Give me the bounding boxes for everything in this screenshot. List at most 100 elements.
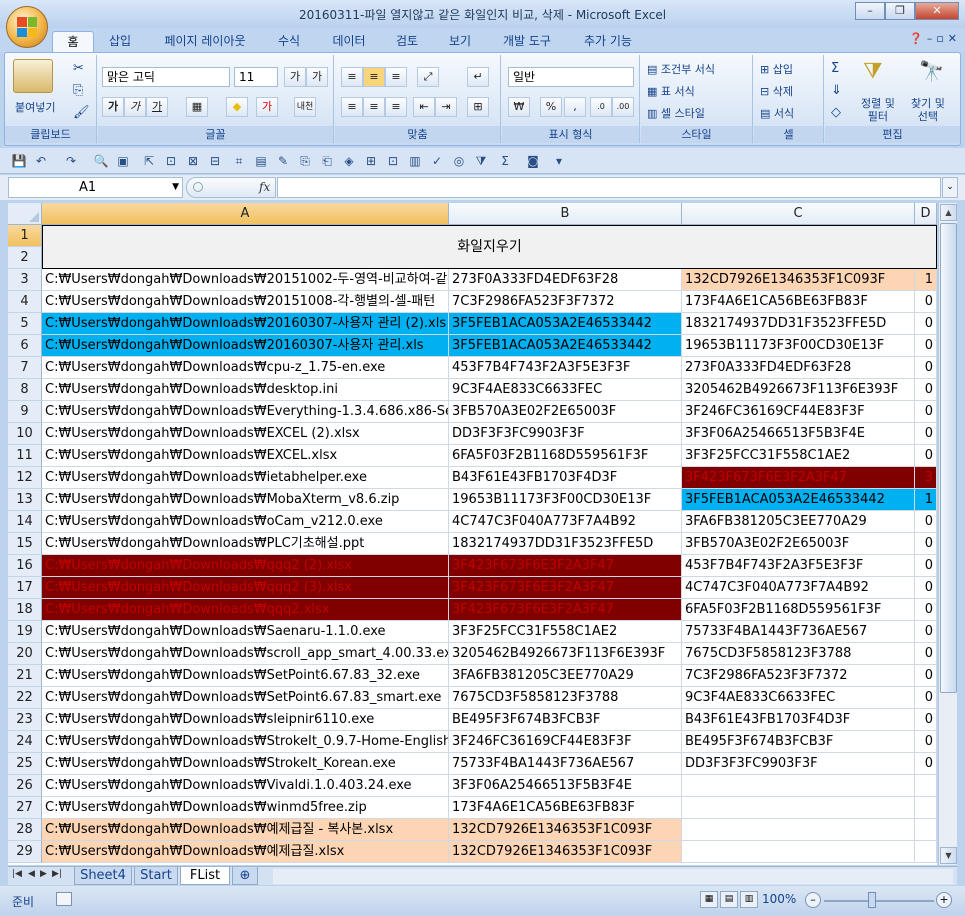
cell-a[interactable]: C:₩Users₩dongah₩Downloads₩qqq2 (2).xlsx (42, 555, 449, 577)
merge-icon[interactable]: ⊞ (467, 97, 489, 117)
header-cell-merged[interactable]: 화일지우기 (42, 225, 937, 269)
crop-icon[interactable]: ⌗ (230, 152, 248, 170)
cell-a[interactable]: C:₩Users₩dongah₩Downloads₩EXCEL (2).xlsx (42, 423, 449, 445)
cell-d[interactable] (915, 819, 937, 841)
cell-a[interactable]: C:₩Users₩dongah₩Downloads₩예제급질.xlsx (42, 841, 449, 863)
row-header[interactable]: 22 (8, 687, 42, 709)
cell-d[interactable]: 0 (915, 643, 937, 665)
cell-a[interactable]: C:₩Users₩dongah₩Downloads₩20151002-두-영역-… (42, 269, 449, 291)
cell-b[interactable]: 9C3F4AE833C6633FEC (449, 379, 682, 401)
increase-indent-icon[interactable]: ⇥ (435, 97, 457, 117)
cell-b[interactable]: 3205462B4926673F113F6E393F (449, 643, 682, 665)
cell-c[interactable]: 3FA6FB381205C3EE770A29 (682, 511, 915, 533)
restore-button[interactable]: ❐ (885, 2, 915, 20)
cell-b[interactable]: 1832174937DD31F3523FFE5D (449, 533, 682, 555)
close-button[interactable]: ✕ (915, 2, 959, 20)
shrink-font-icon[interactable]: 가 (306, 67, 328, 87)
insert-function-button[interactable]: fx (259, 180, 270, 194)
cell-c[interactable]: 273F0A333FD4EDF63F28 (682, 357, 915, 379)
zoom-slider-track[interactable] (824, 900, 934, 902)
cell-b[interactable]: 19653B11173F3F00CD30E13F (449, 489, 682, 511)
decrease-decimal-icon[interactable]: .00 (612, 97, 634, 117)
cell-a[interactable]: C:₩Users₩dongah₩Downloads₩SetPoint6.67.8… (42, 665, 449, 687)
cell-a[interactable]: C:₩Users₩dongah₩Downloads₩20151008-각-행별의… (42, 291, 449, 313)
cell-c[interactable] (682, 819, 915, 841)
cell-b[interactable]: 3F5FEB1ACA053A2E46533442 (449, 335, 682, 357)
row-header[interactable]: 11 (8, 445, 42, 467)
underline-icon[interactable]: 가 (146, 97, 168, 117)
cell-c[interactable] (682, 775, 915, 797)
cut-icon[interactable]: ✂ (73, 61, 84, 76)
screenshot-icon[interactable]: ◙ (524, 152, 542, 170)
cell-b[interactable]: 3F3F06A25466513F5B3F4E (449, 775, 682, 797)
sheet-tab-sheet4[interactable]: Sheet4 (74, 867, 132, 885)
cell-d[interactable]: 0 (915, 753, 937, 775)
vertical-scrollbar[interactable]: ▲ ▼ (938, 203, 957, 865)
format-painter-icon[interactable]: 🖌 (73, 105, 90, 120)
find-select-button[interactable]: 찾기 및 선택 (911, 97, 945, 123)
tab-home[interactable]: 홈 (52, 31, 94, 52)
cell-d[interactable]: 0 (915, 533, 937, 555)
sheet-tab-start[interactable]: Start (134, 867, 178, 885)
cell-a[interactable]: C:₩Users₩dongah₩Downloads₩ietabhelper.ex… (42, 467, 449, 489)
row-header[interactable]: 18 (8, 599, 42, 621)
cell-d[interactable]: 0 (915, 665, 937, 687)
cell-c[interactable]: 173F4A6E1CA56BE63FB83F (682, 291, 915, 313)
row-header[interactable]: 1 (8, 225, 42, 247)
cell-c[interactable]: 3205462B4926673F113F6E393F (682, 379, 915, 401)
tab-formulas[interactable]: 수식 (266, 31, 312, 52)
row-header[interactable]: 23 (8, 709, 42, 731)
cell-a[interactable]: C:₩Users₩dongah₩Downloads₩oCam_v212.0.ex… (42, 511, 449, 533)
cell-d[interactable]: 0 (915, 599, 937, 621)
cell-d[interactable]: 0 (915, 731, 937, 753)
cell-a[interactable]: C:₩Users₩dongah₩Downloads₩winmd5free.zip (42, 797, 449, 819)
sort-filter-button[interactable]: 정렬 및 필터 (861, 97, 895, 123)
form-icon[interactable]: ▤ (252, 152, 270, 170)
row-header[interactable]: 16 (8, 555, 42, 577)
normal-view-icon[interactable]: ▦ (700, 891, 718, 908)
decrease-indent-icon[interactable]: ⇤ (413, 97, 435, 117)
row-header[interactable]: 9 (8, 401, 42, 423)
cell-d[interactable]: 0 (915, 401, 937, 423)
cell-c[interactable]: 3FB570A3E02F2E65003F (682, 533, 915, 555)
cell-c[interactable]: 9C3F4AE833C6633FEC (682, 687, 915, 709)
cell-b[interactable]: 3FB570A3E02F2E65003F (449, 401, 682, 423)
zoom-slider-thumb[interactable] (868, 892, 876, 908)
cell-d[interactable] (915, 775, 937, 797)
cell-d[interactable]: 1 (915, 269, 937, 291)
paste-format-icon[interactable]: ⎗ (318, 152, 336, 170)
cell-a[interactable]: C:₩Users₩dongah₩Downloads₩StrokeIt_0.9.7… (42, 731, 449, 753)
column-header-b[interactable]: B (449, 203, 682, 225)
border-icon[interactable]: ▦ (186, 97, 208, 117)
row-header[interactable]: 17 (8, 577, 42, 599)
cell-c[interactable]: 7C3F2986FA523F3F7372 (682, 665, 915, 687)
cell-c[interactable] (682, 841, 915, 863)
font-color-icon[interactable]: 가 (256, 97, 278, 117)
row-header[interactable]: 20 (8, 643, 42, 665)
cell-a[interactable]: C:₩Users₩dongah₩Downloads₩Saenaru-1.1.0.… (42, 621, 449, 643)
first-sheet-icon[interactable]: |◀ (12, 869, 22, 879)
cell-b[interactable]: 7C3F2986FA523F3F7372 (449, 291, 682, 313)
tab-developer[interactable]: 개발 도구 (490, 31, 564, 52)
cell-d[interactable]: 0 (915, 313, 937, 335)
insert-sheet-icon[interactable]: ⊕ (232, 867, 258, 885)
insert-button[interactable]: ⊞ 삽입 (760, 61, 793, 77)
column-header-a[interactable]: A (42, 203, 449, 225)
cell-c[interactable]: 3F423F673F6E3F2A3F47 (682, 467, 915, 489)
cell-a[interactable]: C:₩Users₩dongah₩Downloads₩예제급질 - 복사본.xls… (42, 819, 449, 841)
cell-a[interactable]: C:₩Users₩dongah₩Downloads₩qqq2 (3).xlsx (42, 577, 449, 599)
ungroup-icon[interactable]: ⊟ (206, 152, 224, 170)
cell-c[interactable]: 75733F4BA1443F736AE567 (682, 621, 915, 643)
font-size-select[interactable]: 11 (234, 67, 278, 87)
expand-formula-bar-icon[interactable]: ⌄ (942, 177, 958, 198)
cell-c[interactable]: 7675CD3F5858123F3788 (682, 643, 915, 665)
row-header[interactable]: 14 (8, 511, 42, 533)
cell-a[interactable]: C:₩Users₩dongah₩Downloads₩StrokeIt_Korea… (42, 753, 449, 775)
cell-b[interactable]: 3F423F673F6E3F2A3F47 (449, 599, 682, 621)
increase-decimal-icon[interactable]: .0 (590, 97, 612, 117)
cell-a[interactable]: C:₩Users₩dongah₩Downloads₩PLC기초해설.ppt (42, 533, 449, 555)
cell-b[interactable]: 453F7B4F743F2A3F5E3F3F (449, 357, 682, 379)
cell-b[interactable]: BE495F3F674B3FCB3F (449, 709, 682, 731)
cell-a[interactable]: C:₩Users₩dongah₩Downloads₩MobaXterm_v8.6… (42, 489, 449, 511)
freeze-icon[interactable]: ▥ (406, 152, 424, 170)
